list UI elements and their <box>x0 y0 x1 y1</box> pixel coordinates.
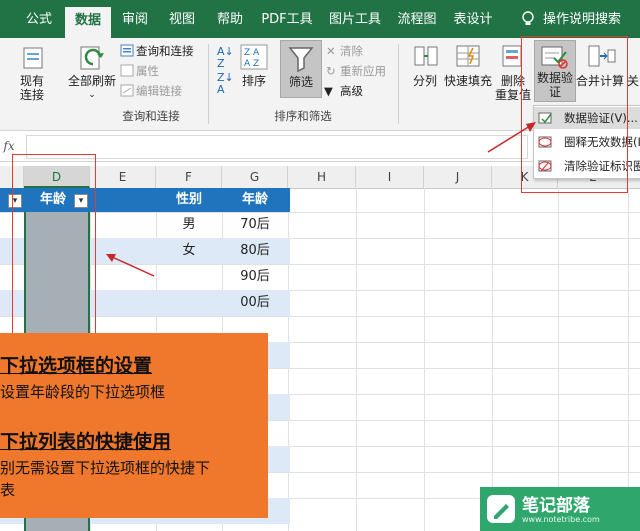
caption-title-2: 下拉列表的快捷使用 <box>0 431 172 453</box>
caption-text-1: 设置年龄段的下拉选项框 <box>0 383 166 401</box>
chevron-down-icon[interactable]: ⌄ <box>86 88 98 102</box>
highlight-box-column-d <box>12 154 96 338</box>
caption-panel: 下拉选项框的设置 设置年龄段的下拉选项框 下拉列表的快捷使用 别无需设置下拉选项… <box>0 333 268 518</box>
grid-line <box>628 188 629 531</box>
properties-icon <box>120 64 134 80</box>
table-cell-age[interactable]: 70后 <box>222 212 288 238</box>
funnel-icon <box>288 47 314 73</box>
column-header-g[interactable]: G <box>222 166 288 188</box>
existing-connections-icon <box>22 46 44 73</box>
grid-line <box>0 212 640 213</box>
caption-title-1: 下拉选项框的设置 <box>0 355 153 377</box>
formula-input[interactable] <box>26 135 528 159</box>
tab-table-design[interactable]: 表设计 <box>448 0 498 38</box>
column-header-f[interactable]: F <box>156 166 222 188</box>
queries-connections-button[interactable]: 查询和连接 <box>136 44 194 58</box>
lightbulb-icon[interactable] <box>518 0 538 38</box>
table-cell-age[interactable]: 80后 <box>222 238 288 264</box>
grid-line <box>424 188 425 531</box>
sort-za-icon[interactable]: Z↓ A <box>217 72 234 96</box>
pen-logo-icon <box>487 495 515 523</box>
caption-text-2: 别无需设置下拉选项框的快捷下 <box>0 459 211 477</box>
arrow-annotation-icon <box>106 254 155 277</box>
grid-line <box>356 188 357 531</box>
tab-review[interactable]: 审阅 <box>113 0 157 38</box>
filter-button[interactable]: 筛选 <box>280 40 322 98</box>
column-header-h[interactable]: H <box>288 166 356 188</box>
table-cell-gender[interactable]: 男 <box>156 212 222 238</box>
tab-flowchart[interactable]: 流程图 <box>392 0 442 38</box>
table-cell-gender[interactable] <box>156 290 222 316</box>
text-to-columns-button[interactable]: 分列 <box>406 74 444 88</box>
text-to-columns-icon <box>414 44 438 71</box>
table-cell-gender[interactable] <box>156 264 222 290</box>
watermark-url: www.notetribe.com <box>522 515 600 524</box>
grid-line <box>492 188 493 531</box>
ribbon-separator <box>208 44 209 124</box>
tab-formulas[interactable]: 公式 <box>14 0 64 38</box>
arrow-annotation-icon <box>487 122 536 153</box>
watermark-name: 笔记部落 <box>522 496 590 516</box>
clear-filter-icon: ✕ <box>326 44 336 58</box>
group-label-queries: 查询和连接 <box>122 109 180 123</box>
table-header-age-g: 年龄 <box>241 192 268 207</box>
tell-me-search[interactable]: 操作说明搜索 <box>542 0 622 38</box>
flash-fill-icon <box>456 44 482 71</box>
queries-icon <box>120 44 134 60</box>
sort-button[interactable]: 排序 <box>238 74 270 88</box>
column-header-i[interactable]: I <box>356 166 424 188</box>
refresh-all-icon <box>78 44 106 75</box>
column-header-e[interactable]: E <box>90 166 156 188</box>
group-label-sort-filter: 排序和筛选 <box>274 109 332 123</box>
highlight-box-data-validation <box>521 36 628 193</box>
grid-line <box>558 188 559 531</box>
properties-button[interactable]: 属性 <box>136 64 159 78</box>
tab-pdf-tools[interactable]: PDF工具 <box>256 0 318 38</box>
tab-view[interactable]: 视图 <box>160 0 204 38</box>
sort-az-icon[interactable]: A↓ Z <box>217 46 234 70</box>
svg-text:Z A: Z A <box>244 48 260 58</box>
refresh-all-button[interactable]: 全部刷新 <box>64 74 120 88</box>
table-cell-age[interactable]: 90后 <box>222 264 288 290</box>
filter-label: 筛选 <box>288 75 313 89</box>
grid-line <box>0 316 640 317</box>
tab-picture-tools[interactable]: 图片工具 <box>324 0 386 38</box>
table-cell-age[interactable]: 00后 <box>222 290 288 316</box>
svg-text:A Z: A Z <box>244 59 259 69</box>
advanced-filter-icon: ▼ <box>324 84 333 98</box>
column-header-j[interactable]: J <box>424 166 492 188</box>
sort-icon: Z AA Z <box>240 44 268 73</box>
relationships-button[interactable]: 关 <box>626 74 640 88</box>
edit-links-icon <box>120 84 134 100</box>
reapply-button[interactable]: 重新应用 <box>340 64 386 78</box>
edit-links-button[interactable]: 编辑链接 <box>136 84 182 98</box>
tab-help[interactable]: 帮助 <box>208 0 252 38</box>
table-header-gender: 性别 <box>175 192 202 207</box>
advanced-filter-button[interactable]: 高级 <box>340 84 363 98</box>
tab-data[interactable]: 数据 <box>65 7 111 38</box>
ribbon-separator <box>398 44 399 124</box>
clear-filter-button[interactable]: 清除 <box>340 44 363 58</box>
table-cell-gender[interactable]: 女 <box>156 238 222 264</box>
watermark: 笔记部落 www.notetribe.com <box>480 487 640 531</box>
grid-line <box>0 264 640 265</box>
reapply-icon: ↻ <box>326 64 336 78</box>
caption-text-3: 表 <box>0 481 16 499</box>
existing-connections-button[interactable]: 现有 连接 <box>14 74 50 102</box>
flash-fill-button[interactable]: 快速填充 <box>442 74 494 88</box>
ribbon-tab-bar: 公式 数据 审阅 视图 帮助 PDF工具 图片工具 流程图 表设计 操作说明搜索 <box>0 0 640 38</box>
